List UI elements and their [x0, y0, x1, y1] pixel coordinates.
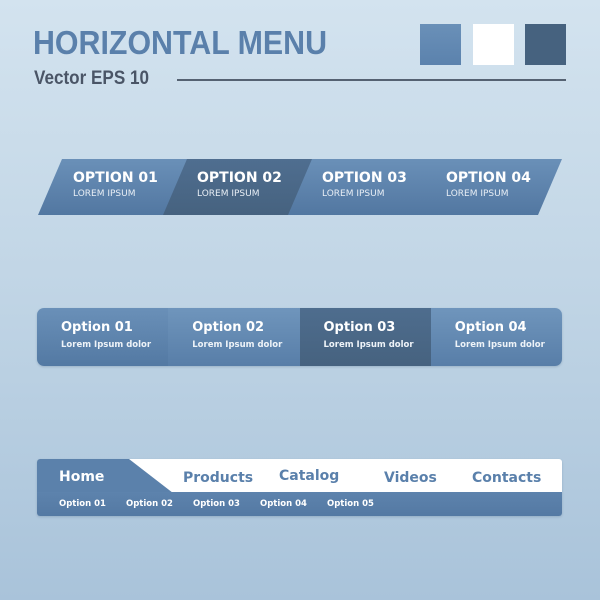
tab-products[interactable]: Products [183, 470, 253, 486]
submenu-item-5[interactable]: Option 05 [327, 499, 374, 509]
menu-item-label: Option 01 [61, 320, 133, 335]
menu-item-sublabel: Lorem Ipsum dolor [454, 340, 545, 350]
menu-item-sublabel: LOREM IPSUM [73, 189, 136, 199]
slanted-menu-item-2[interactable]: OPTION 02 LOREM IPSUM [197, 170, 282, 199]
menu-item-sublabel: LOREM IPSUM [197, 189, 260, 199]
menu-item-label: Option 03 [323, 320, 396, 335]
slanted-menu-item-1[interactable]: OPTION 01 LOREM IPSUM [73, 170, 158, 199]
menu-item-label: Option 02 [192, 320, 265, 335]
submenu-item-3[interactable]: Option 03 [193, 499, 240, 509]
menu-item-label: OPTION 03 [322, 170, 407, 186]
page-title: HORIZONTAL MENU [33, 24, 328, 61]
slanted-menu-item-3[interactable]: OPTION 03 LOREM IPSUM [322, 170, 407, 199]
segmented-menu-item-2[interactable]: Option 02 Lorem Ipsum dolor [168, 308, 300, 366]
tab-videos[interactable]: Videos [384, 470, 437, 486]
menu-item-sublabel: Lorem Ipsum dolor [192, 340, 283, 350]
tab-contacts[interactable]: Contacts [472, 470, 541, 486]
page-subtitle: Vector EPS 10 [34, 68, 150, 89]
color-swatch-white [473, 24, 514, 65]
slanted-menu-item-4[interactable]: OPTION 04 LOREM IPSUM [446, 170, 531, 199]
submenu-item-2[interactable]: Option 02 [126, 499, 173, 509]
segmented-menu-item-4[interactable]: Option 04 Lorem Ipsum dolor [430, 308, 562, 366]
menu-item-sublabel: Lorem Ipsum dolor [61, 340, 152, 350]
segmented-menu-item-3[interactable]: Option 03 Lorem Ipsum dolor [299, 308, 431, 366]
submenu-item-4[interactable]: Option 04 [260, 499, 307, 509]
color-swatch-dark-blue [525, 24, 566, 65]
tabbed-menu: Home Products Catalog Videos Contacts Op… [37, 459, 562, 516]
tab-catalog[interactable]: Catalog [279, 468, 339, 484]
menu-item-label: OPTION 04 [446, 170, 531, 186]
submenu-item-1[interactable]: Option 01 [59, 499, 106, 509]
menu-item-sublabel: LOREM IPSUM [322, 189, 385, 199]
menu-item-label: OPTION 01 [73, 170, 158, 186]
segmented-menu: Option 01 Lorem Ipsum dolor Option 02 Lo… [37, 308, 562, 366]
segmented-menu-item-1[interactable]: Option 01 Lorem Ipsum dolor [37, 308, 169, 366]
header-divider [177, 79, 566, 81]
menu-item-label: Option 04 [454, 320, 527, 335]
menu-item-sublabel: LOREM IPSUM [446, 189, 509, 199]
tab-home[interactable]: Home [59, 469, 104, 485]
menu-item-label: OPTION 02 [197, 170, 282, 186]
color-swatch-medium-blue [420, 24, 461, 65]
menu-item-sublabel: Lorem Ipsum dolor [323, 340, 414, 350]
